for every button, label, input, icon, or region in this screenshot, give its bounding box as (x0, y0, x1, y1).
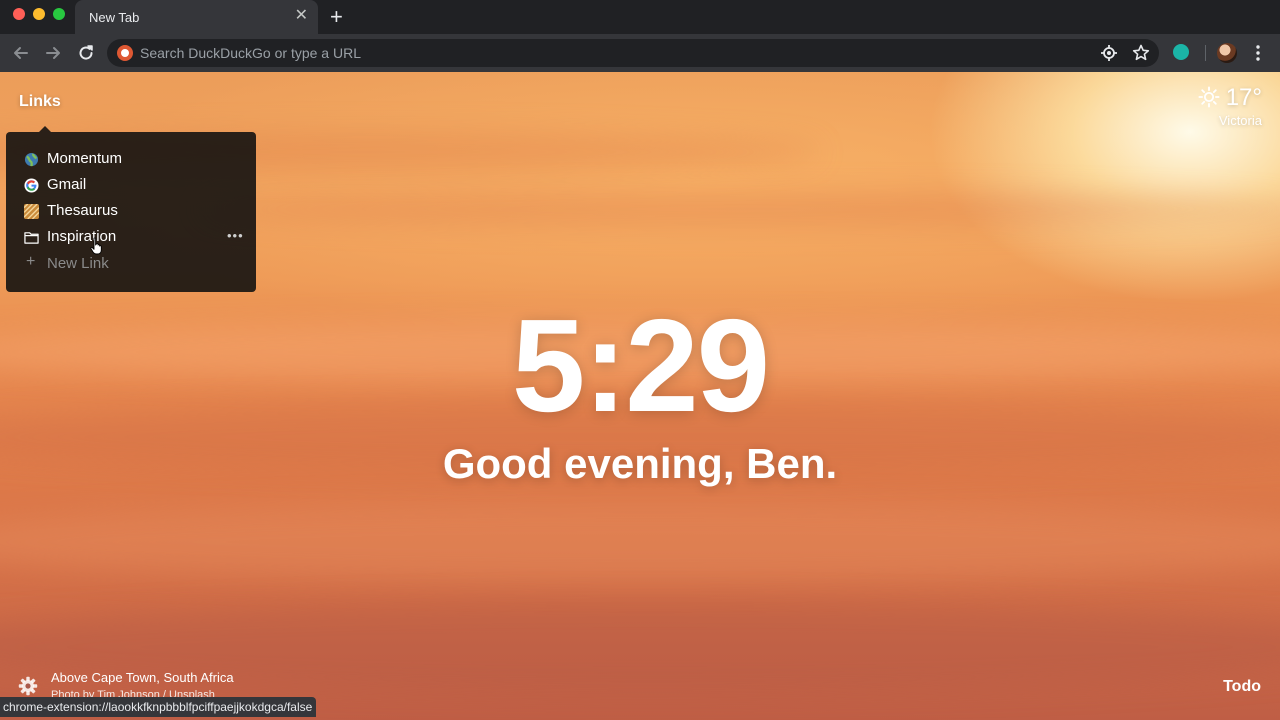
link-label: Inspiration (47, 228, 117, 245)
links-dropdown-caret (39, 126, 51, 132)
zoom-window-button[interactable] (53, 8, 65, 20)
link-label: Momentum (47, 150, 123, 167)
browser-titlebar: New Tab ✕ + (0, 0, 1280, 34)
link-label: Gmail (47, 176, 87, 193)
links-toggle[interactable]: Links (19, 93, 61, 111)
minimize-window-button[interactable] (33, 8, 45, 20)
back-arrow-icon[interactable] (11, 43, 31, 63)
extension-icon[interactable] (1173, 44, 1189, 60)
duckduckgo-icon (117, 45, 133, 61)
address-input[interactable] (140, 39, 1040, 67)
hand-cursor-icon (90, 237, 102, 255)
google-icon (24, 178, 39, 193)
weather-location: Victoria (1218, 113, 1262, 128)
close-window-button[interactable] (13, 8, 25, 20)
gear-icon[interactable] (18, 676, 38, 696)
momentum-background: Links Momentum Gmail Thesaurus Inspirati… (0, 72, 1280, 720)
link-item-inspiration[interactable]: Inspiration ••• (6, 226, 256, 250)
folder-icon (24, 232, 39, 244)
bookmark-star-icon[interactable] (1131, 43, 1151, 63)
weather-widget[interactable]: 17° Victoria (1198, 84, 1262, 128)
profile-avatar[interactable] (1217, 43, 1237, 63)
link-label: Thesaurus (47, 202, 118, 219)
tab-close-icon[interactable]: ✕ (295, 7, 308, 25)
thesaurus-icon (24, 204, 39, 219)
sun-icon (1198, 86, 1220, 108)
new-link-button[interactable]: + New Link (6, 253, 256, 277)
location-target-icon[interactable] (1099, 43, 1119, 63)
browser-menu-icon[interactable] (1250, 44, 1266, 62)
clock-time[interactable]: 5:29 (0, 300, 1280, 432)
greeting-text: Good evening, Ben. (442, 440, 838, 487)
globe-icon (24, 152, 39, 167)
new-link-label: New Link (47, 255, 109, 272)
link-item-thesaurus[interactable]: Thesaurus (6, 200, 256, 224)
toolbar-divider (1205, 45, 1206, 61)
tab-title: New Tab (89, 10, 140, 25)
new-tab-button[interactable]: + (330, 5, 343, 29)
reload-icon[interactable] (76, 43, 96, 63)
photo-location[interactable]: Above Cape Town, South Africa (51, 670, 234, 685)
status-bar-url: chrome-extension://laookkfknpbbblfpciffp… (0, 697, 317, 717)
weather-temperature: 17° (1225, 84, 1262, 111)
browser-toolbar (0, 34, 1280, 72)
more-options-icon[interactable]: ••• (227, 228, 244, 243)
links-dropdown: Momentum Gmail Thesaurus Inspiration •••… (6, 126, 256, 292)
plus-icon: + (26, 253, 36, 270)
tab-new-tab[interactable]: New Tab ✕ (75, 0, 318, 34)
link-item-momentum[interactable]: Momentum (6, 148, 256, 172)
todo-button[interactable]: Todo (1223, 678, 1261, 696)
link-item-gmail[interactable]: Gmail (6, 174, 256, 198)
forward-arrow-icon[interactable] (43, 43, 63, 63)
address-bar[interactable] (107, 39, 1159, 67)
